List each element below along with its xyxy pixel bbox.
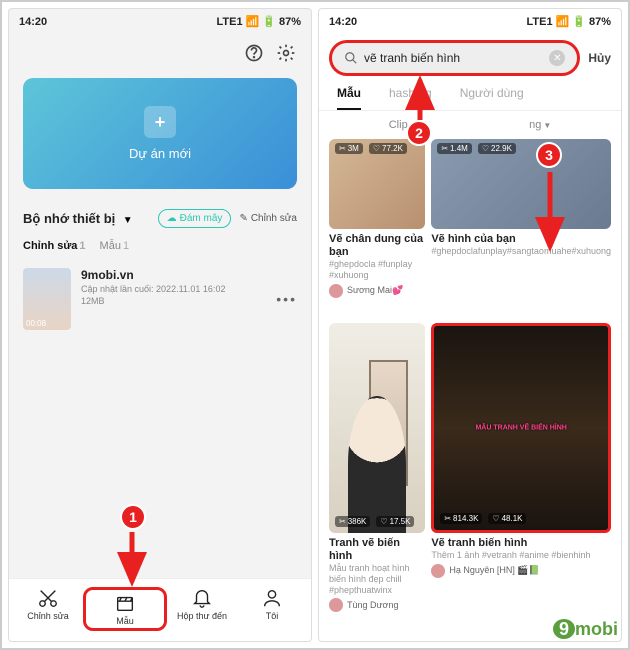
- edit-button[interactable]: ✎ Chỉnh sửa: [239, 209, 297, 228]
- project-name: 9mobi.vn: [81, 268, 266, 282]
- phone-left: 14:20 LTE1 📶 🔋 87% + Dự án mới Bộ nhớ th…: [8, 8, 312, 642]
- project-updated: Cập nhật lần cuối: 2022.11.01 16:02: [81, 284, 266, 294]
- chevron-down-icon: ▼: [123, 215, 133, 226]
- tab-mau[interactable]: Mẫu: [337, 86, 361, 110]
- nav-edit[interactable]: Chỉnh sửa: [13, 587, 83, 631]
- views-badge: ✂ 3M: [335, 143, 363, 154]
- card-subtitle: Mẫu tranh hoạt hình biến hình đẹp chill …: [329, 563, 425, 595]
- cloud-button[interactable]: ☁ Đám mây: [158, 209, 232, 228]
- annotation-3: 3: [536, 142, 562, 168]
- card-user: Tùng Dương: [329, 598, 425, 612]
- tab-edit[interactable]: Chỉnh sửa1: [23, 240, 86, 252]
- search-icon: [344, 51, 358, 65]
- search-input[interactable]: vẽ tranh biến hình ✕: [329, 40, 580, 76]
- plus-icon: +: [144, 106, 176, 138]
- new-project-label: Dự án mới: [129, 146, 191, 161]
- result-card[interactable]: ✂ 1.4M ♡ 22.9K Vẽ hình của bạn #ghepdocl…: [431, 139, 611, 317]
- card-title: Vẽ chân dung của bạn: [329, 233, 425, 259]
- likes-badge: ♡ 48.1K: [488, 513, 526, 524]
- result-card[interactable]: ✂ 3M ♡ 77.2K Vẽ chân dung của bạn #ghepd…: [329, 139, 425, 317]
- tab-template[interactable]: Mẫu1: [100, 240, 130, 252]
- nav-me[interactable]: Tôi: [237, 587, 307, 631]
- card-thumbnail: MẪU TRANH VẼ BIẾN HÌNH ✂ 814.3K ♡ 48.1K: [431, 323, 611, 533]
- card-thumbnail: ✂ 3M ♡ 77.2K: [329, 139, 425, 229]
- project-duration: 00:08: [26, 319, 46, 328]
- overlay-text: MẪU TRANH VẼ BIẾN HÌNH: [475, 424, 566, 431]
- person-icon: [261, 587, 283, 609]
- card-user: Hạ Nguyên [HN] 🎬📗: [431, 564, 611, 578]
- project-tabs: Chỉnh sửa1 Mẫu1: [9, 236, 311, 262]
- new-project-button[interactable]: + Dự án mới: [23, 78, 297, 189]
- likes-badge: ♡ 17.5K: [376, 516, 414, 527]
- avatar: [329, 598, 343, 612]
- status-icons: LTE1 📶 🔋 87%: [526, 15, 611, 28]
- card-thumbnail: ✂ 1.4M ♡ 22.9K: [431, 139, 611, 229]
- annotation-1: 1: [120, 504, 146, 530]
- result-card-highlighted[interactable]: MẪU TRANH VẼ BIẾN HÌNH ✂ 814.3K ♡ 48.1K …: [431, 323, 611, 631]
- card-thumbnail: ✂ 386K ♡ 17.5K: [329, 323, 425, 533]
- help-icon[interactable]: [243, 42, 265, 64]
- storage-row: Bộ nhớ thiết bị ▼ ☁ Đám mây ✎ Chỉnh sửa: [9, 195, 311, 236]
- card-title: Vẽ tranh biến hình: [431, 537, 611, 550]
- status-time: 14:20: [329, 16, 357, 28]
- project-row[interactable]: 00:08 9mobi.vn Cập nhật lần cuối: 2022.1…: [9, 262, 311, 336]
- tab-user[interactable]: Người dùng: [460, 86, 524, 110]
- gear-icon[interactable]: [275, 42, 297, 64]
- bottom-nav: Chỉnh sửa Mẫu Hộp thư đến Tôi: [9, 578, 311, 641]
- project-size: 12MB: [81, 296, 266, 306]
- card-subtitle: #ghepdocla #funplay #xuhuong: [329, 259, 425, 281]
- search-row: vẽ tranh biến hình ✕ Hủy: [319, 34, 621, 82]
- arrow-3: [532, 167, 572, 262]
- status-time: 14:20: [19, 16, 47, 28]
- status-icons: LTE1 📶 🔋 87%: [216, 15, 301, 28]
- annotation-2: 2: [406, 120, 432, 146]
- bell-icon: [191, 587, 213, 609]
- pencil-icon: ✎: [239, 213, 247, 224]
- likes-badge: ♡ 22.9K: [478, 143, 516, 154]
- likes-badge: ♡ 77.2K: [369, 143, 407, 154]
- status-bar: 14:20 LTE1 📶 🔋 87%: [9, 9, 311, 34]
- arrow-2: [402, 72, 442, 127]
- search-query: vẽ tranh biến hình: [364, 51, 543, 65]
- watermark-logo: 9mobi: [553, 619, 618, 640]
- phone-right: 14:20 LTE1 📶 🔋 87% vẽ tranh biến hình ✕ …: [318, 8, 622, 642]
- arrow-1: [117, 527, 157, 597]
- filter-right[interactable]: ng▼: [529, 119, 551, 131]
- cloud-icon: ☁: [167, 213, 177, 224]
- status-bar: 14:20 LTE1 📶 🔋 87%: [319, 9, 621, 34]
- result-card[interactable]: ✂ 386K ♡ 17.5K Tranh vẽ biến hình Mẫu tr…: [329, 323, 425, 631]
- views-badge: ✂ 814.3K: [440, 513, 482, 524]
- card-user: Sương Mai💕: [329, 284, 425, 298]
- results-grid: ✂ 3M ♡ 77.2K Vẽ chân dung của bạn #ghepd…: [319, 139, 621, 641]
- storage-dropdown[interactable]: Bộ nhớ thiết bị ▼: [23, 210, 133, 228]
- views-badge: ✂ 1.4M: [437, 143, 472, 154]
- card-title: Tranh vẽ biến hình: [329, 537, 425, 563]
- clear-icon[interactable]: ✕: [549, 50, 565, 66]
- result-tabs: Mẫu hashtag Người dùng: [319, 82, 621, 111]
- avatar: [431, 564, 445, 578]
- nav-inbox[interactable]: Hộp thư đến: [167, 587, 237, 631]
- more-icon[interactable]: •••: [276, 291, 297, 307]
- scissors-icon: [37, 587, 59, 609]
- project-thumbnail: 00:08: [23, 268, 71, 330]
- top-bar: [9, 34, 311, 72]
- cancel-button[interactable]: Hủy: [588, 51, 611, 65]
- card-title: Vẽ hình của bạn: [431, 233, 611, 246]
- avatar: [329, 284, 343, 298]
- views-badge: ✂ 386K: [335, 516, 370, 527]
- card-subtitle: Thêm 1 ảnh #vetranh #anime #bienhinh: [431, 550, 611, 561]
- card-subtitle: #ghepdoclafunplay#sangtaomuahe#xuhuong: [431, 246, 611, 257]
- filter-row: Clip▼ ng▼: [319, 111, 621, 139]
- project-info: 9mobi.vn Cập nhật lần cuối: 2022.11.01 1…: [81, 268, 266, 306]
